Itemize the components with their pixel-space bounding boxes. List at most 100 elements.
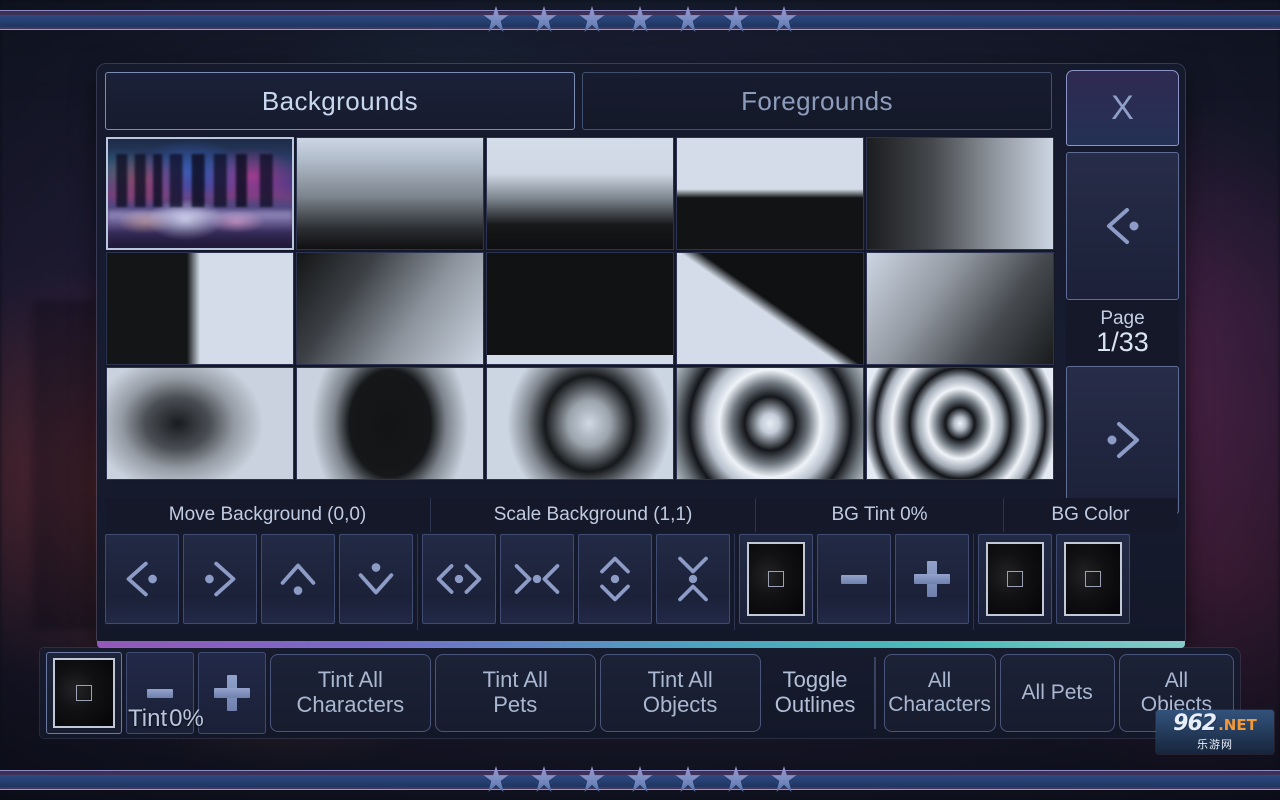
chevron-down-dot-icon	[358, 563, 394, 595]
thumbnail-art	[677, 253, 863, 364]
tab-foregrounds-label: Foregrounds	[741, 85, 893, 116]
thumbnail-art	[677, 368, 863, 479]
background-picker-dialog: Backgrounds Foregrounds X Page 1/33 Move…	[97, 64, 1185, 648]
bg-tint-decrease-button[interactable]	[817, 534, 891, 624]
star-icon	[771, 766, 797, 792]
bg-tint-swatch-button[interactable]	[739, 534, 813, 624]
thumbnail-horizontal-split[interactable]	[676, 137, 864, 250]
color-swatch-icon	[747, 542, 805, 616]
thumbnail-art	[107, 368, 293, 479]
global-tint-decrease-button[interactable]	[125, 652, 194, 734]
thumbnail-art	[297, 138, 483, 249]
thumbnail-horizontal-gradient[interactable]	[866, 137, 1054, 250]
thumbnail-art	[677, 138, 863, 249]
plus-icon	[213, 675, 250, 711]
star-icon	[675, 766, 701, 792]
thumbnail-art	[867, 253, 1053, 364]
star-icon	[627, 766, 653, 792]
divider	[973, 534, 974, 630]
dialog-accent-edge	[97, 641, 1185, 648]
thumbnail-art	[297, 368, 483, 479]
page-value: 1/33	[1096, 327, 1149, 358]
expand-vertical-icon	[600, 556, 630, 602]
star-icon	[483, 6, 509, 32]
thumbnail-triangle-right[interactable]	[676, 252, 864, 365]
control-button-row	[105, 534, 1177, 630]
move-down-button[interactable]	[339, 534, 413, 624]
thumbnail-radial-dark-blob[interactable]	[296, 367, 484, 480]
bg-color-swatch-b-button[interactable]	[1056, 534, 1130, 624]
top-star-trim	[0, 0, 1280, 40]
all-characters-button[interactable]: All Characters	[883, 654, 996, 732]
star-icon	[531, 766, 557, 792]
minus-icon	[841, 574, 867, 584]
thumbnail-diagonal-gradient-topleft[interactable]	[296, 252, 484, 365]
color-swatch-icon	[52, 658, 115, 728]
watermark-site: 962	[1173, 710, 1217, 736]
chevron-up-dot-icon	[280, 563, 316, 595]
tab-bar: Backgrounds Foregrounds	[105, 72, 1060, 130]
move-background-group	[105, 534, 413, 624]
thumbnail-diagonal-gradient-bottomright[interactable]	[866, 252, 1054, 365]
move-right-button[interactable]	[183, 534, 257, 624]
thumbnail-radial-rings-triple[interactable]	[866, 367, 1054, 480]
star-icon	[483, 766, 509, 792]
all-pets-button[interactable]: All Pets	[999, 654, 1115, 732]
tab-backgrounds-label: Backgrounds	[261, 85, 419, 116]
tint-all-objects-button[interactable]: Tint All Objects	[599, 654, 761, 732]
thumbnail-art	[108, 139, 292, 248]
bg-color-swatch-a-button[interactable]	[978, 534, 1052, 624]
tint-all-characters-button[interactable]: Tint All Characters	[269, 654, 431, 732]
bg-color-label: BG Color	[1003, 498, 1177, 532]
thumbnail-art	[487, 253, 673, 364]
scale-contract-horizontal-button[interactable]	[500, 534, 574, 624]
tab-backgrounds[interactable]: Backgrounds	[105, 72, 575, 130]
tab-foregrounds[interactable]: Foregrounds	[582, 72, 1052, 130]
thumbnail-art	[297, 253, 483, 364]
star-icon	[627, 6, 653, 32]
star-icon	[531, 6, 557, 32]
scale-expand-vertical-button[interactable]	[578, 534, 652, 624]
star-icon	[771, 6, 797, 32]
game-screen: Backgrounds Foregrounds X Page 1/33 Move…	[0, 0, 1280, 800]
thumbnail-art	[867, 138, 1053, 249]
chevron-left-dot-icon	[126, 561, 157, 597]
next-page-button[interactable]	[1066, 366, 1179, 514]
thumbnail-radial-rings-double[interactable]	[676, 367, 864, 480]
bg-color-group	[978, 534, 1130, 624]
contract-horizontal-icon	[514, 564, 560, 594]
move-background-label: Move Background (0,0)	[168, 504, 367, 525]
star-icon	[675, 6, 701, 32]
thumbnail-radial-dark-center[interactable]	[106, 367, 294, 480]
toggle-outlines-button[interactable]: Toggle Outlines	[765, 654, 866, 732]
thumbnail-radial-ring-single[interactable]	[486, 367, 674, 480]
thumbnail-neon-city-skyline[interactable]	[106, 137, 294, 250]
thumbnail-art	[867, 368, 1053, 479]
control-label-row: Move Background (0,0) Scale Background (…	[105, 498, 1177, 532]
thumbnail-vertical-split[interactable]	[106, 252, 294, 365]
divider	[734, 534, 735, 630]
move-up-button[interactable]	[261, 534, 335, 624]
thumbnail-art	[107, 253, 293, 364]
scale-contract-vertical-button[interactable]	[656, 534, 730, 624]
move-left-button[interactable]	[105, 534, 179, 624]
thumbnail-vertical-gradient-hard[interactable]	[486, 137, 674, 250]
color-swatch-icon	[986, 542, 1044, 616]
star-icon	[723, 766, 749, 792]
prev-page-button[interactable]	[1066, 152, 1179, 300]
tint-all-pets-button[interactable]: Tint All Pets	[434, 654, 596, 732]
bg-tint-increase-button[interactable]	[895, 534, 969, 624]
thumbnail-grid	[105, 136, 1055, 481]
global-tint-toolbar: Tint All Characters Tint All Pets Tint A…	[40, 648, 1240, 738]
thumbnail-cone-spotlight[interactable]	[486, 252, 674, 365]
global-tint-increase-button[interactable]	[197, 652, 266, 734]
star-row-top	[0, 6, 1280, 36]
thumbnail-vertical-gradient-soft[interactable]	[296, 137, 484, 250]
global-tint-swatch-button[interactable]	[46, 652, 122, 734]
chevron-right-dot-icon	[1097, 414, 1149, 466]
scale-expand-horizontal-button[interactable]	[422, 534, 496, 624]
chevron-right-dot-icon	[205, 561, 236, 597]
scale-background-group	[422, 534, 730, 624]
page-indicator: Page 1/33	[1066, 300, 1179, 366]
close-button[interactable]: X	[1066, 70, 1179, 146]
